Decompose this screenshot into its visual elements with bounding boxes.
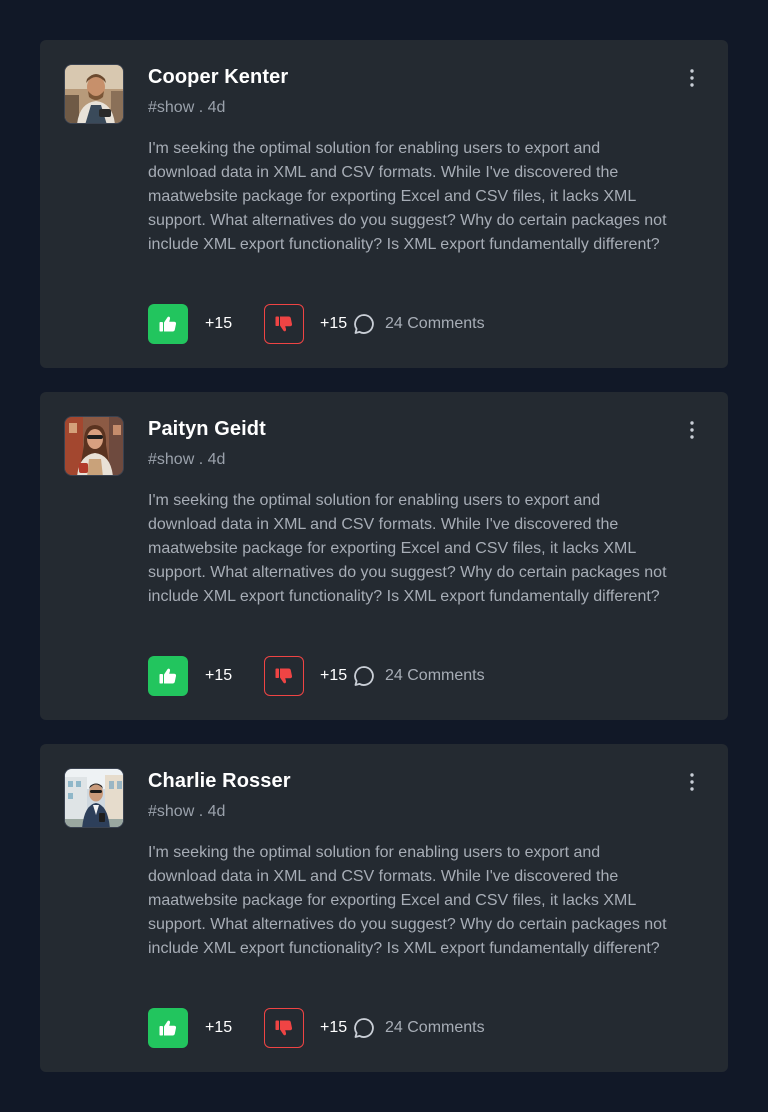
- comment-icon: [353, 665, 375, 687]
- comment-icon: [353, 313, 375, 335]
- avatar[interactable]: [64, 768, 124, 828]
- comments-count: 24 Comments: [385, 1019, 485, 1036]
- post-actions: +15 +15 24 Comments: [148, 656, 485, 696]
- post-author[interactable]: Cooper Kenter: [148, 66, 288, 89]
- post-age: 4d: [207, 99, 226, 116]
- thumbs-down-icon: [275, 668, 293, 684]
- like-button[interactable]: [148, 1008, 188, 1048]
- comments-link[interactable]: 24 Comments: [353, 313, 485, 335]
- more-vertical-icon: [690, 773, 694, 791]
- post-actions: +15 +15 24 Comments: [148, 1008, 485, 1048]
- like-count: +15: [205, 667, 233, 684]
- meta-separator: .: [198, 99, 204, 116]
- dislike-count: +15: [320, 667, 348, 684]
- thumbs-up-icon: [159, 316, 177, 332]
- post-body: I'm seeking the optimal solution for ena…: [148, 844, 667, 957]
- comment-icon: [353, 1017, 375, 1039]
- like-button[interactable]: [148, 656, 188, 696]
- thumbs-down-icon: [275, 316, 293, 332]
- thumbs-up-icon: [159, 668, 177, 684]
- post-author[interactable]: Paityn Geidt: [148, 418, 266, 441]
- dislike-button[interactable]: [264, 304, 304, 344]
- dislike-button[interactable]: [264, 1008, 304, 1048]
- more-vertical-icon: [690, 69, 694, 87]
- post-body: I'm seeking the optimal solution for ena…: [148, 492, 667, 605]
- post-card: Paityn Geidt #show . 4d I'm seeking the …: [40, 392, 728, 720]
- post-feed: Cooper Kenter #show . 4d I'm seeking the…: [0, 0, 768, 1112]
- post-author[interactable]: Charlie Rosser: [148, 770, 291, 793]
- avatar-photo-man-suit-icon: [65, 769, 123, 827]
- like-button[interactable]: [148, 304, 188, 344]
- post-meta: #show . 4d: [148, 803, 225, 821]
- dislike-count: +15: [320, 1019, 348, 1036]
- avatar-photo-woman-city-icon: [65, 417, 123, 475]
- post-tag[interactable]: #show: [148, 803, 194, 820]
- more-options-button[interactable]: [680, 770, 704, 794]
- comments-link[interactable]: 24 Comments: [353, 1017, 485, 1039]
- post-tag[interactable]: #show: [148, 99, 194, 116]
- comments-count: 24 Comments: [385, 667, 485, 684]
- like-count: +15: [205, 315, 233, 332]
- avatar[interactable]: [64, 64, 124, 124]
- dislike-count: +15: [320, 315, 348, 332]
- dislike-button[interactable]: [264, 656, 304, 696]
- post-tag[interactable]: #show: [148, 451, 194, 468]
- post-actions: +15 +15 24 Comments: [148, 304, 485, 344]
- comments-link[interactable]: 24 Comments: [353, 665, 485, 687]
- post-body: I'm seeking the optimal solution for ena…: [148, 140, 667, 253]
- more-vertical-icon: [690, 421, 694, 439]
- post-meta: #show . 4d: [148, 451, 225, 469]
- post-age: 4d: [207, 451, 226, 468]
- meta-separator: .: [198, 451, 204, 468]
- like-count: +15: [205, 1019, 233, 1036]
- more-options-button[interactable]: [680, 66, 704, 90]
- more-options-button[interactable]: [680, 418, 704, 442]
- post-age: 4d: [207, 803, 226, 820]
- comments-count: 24 Comments: [385, 315, 485, 332]
- avatar[interactable]: [64, 416, 124, 476]
- thumbs-down-icon: [275, 1020, 293, 1036]
- meta-separator: .: [198, 803, 204, 820]
- post-meta: #show . 4d: [148, 99, 225, 117]
- thumbs-up-icon: [159, 1020, 177, 1036]
- post-card: Cooper Kenter #show . 4d I'm seeking the…: [40, 40, 728, 368]
- post-card: Charlie Rosser #show . 4d I'm seeking th…: [40, 744, 728, 1072]
- avatar-photo-man-outdoor-icon: [65, 65, 123, 123]
